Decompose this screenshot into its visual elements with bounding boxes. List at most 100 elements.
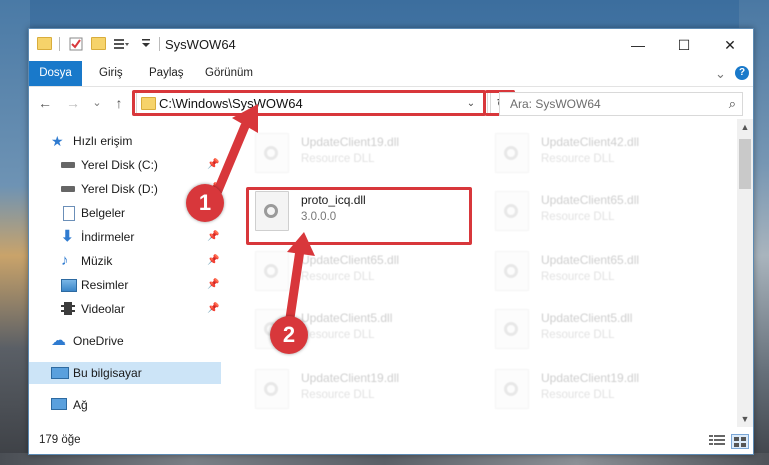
scroll-thumb[interactable] — [739, 139, 751, 189]
pin-icon: 📌 — [207, 303, 220, 314]
file-type: Resource DLL — [541, 389, 615, 401]
file-highlight-box — [246, 187, 472, 245]
nav-item-label: OneDrive — [73, 334, 124, 348]
file-type: Resource DLL — [301, 389, 375, 401]
desktop-wallpaper-left — [0, 0, 30, 465]
up-button[interactable]: ↑ — [109, 93, 129, 113]
window-title: SysWOW64 — [165, 37, 236, 52]
pin-icon: 📌 — [207, 231, 220, 242]
network-icon — [51, 398, 67, 410]
folder-icon — [37, 37, 52, 50]
dll-file-icon — [255, 251, 289, 291]
title-bar: SysWOW64 — ☐ ✕ — [29, 29, 753, 61]
file-item[interactable]: UpdateClient65.dll Resource DLL — [249, 243, 469, 295]
dll-file-icon — [495, 251, 529, 291]
large-icons-view-icon[interactable] — [731, 434, 749, 449]
search-icon: ⌕ — [728, 96, 736, 111]
nav-item-this-pc[interactable]: Bu bilgisayar — [29, 362, 221, 384]
file-item[interactable]: UpdateClient65.dll Resource DLL — [489, 183, 709, 235]
nav-item-label: Yerel Disk (D:) — [81, 182, 158, 196]
item-count: 179 öğe — [39, 434, 81, 446]
nav-item-label: Ağ — [73, 398, 88, 412]
videos-icon — [61, 302, 75, 315]
nav-item-downloads[interactable]: ⬇ İndirmeler 📌 — [29, 226, 221, 248]
customize-quick-access-icon[interactable] — [141, 37, 151, 49]
nav-item-label: Bu bilgisayar — [73, 366, 142, 380]
search-input[interactable]: Ara: SysWOW64 ⌕ — [499, 92, 743, 116]
file-name: UpdateClient65.dll — [301, 253, 400, 267]
scroll-up-arrow[interactable]: ▲ — [737, 119, 753, 135]
status-bar: 179 öğe — [29, 429, 753, 453]
file-type: Resource DLL — [541, 271, 615, 283]
tab-share[interactable]: Paylaş — [147, 61, 186, 86]
file-name: UpdateClient5.dll — [541, 311, 633, 325]
nav-item-music[interactable]: ♪ Müzik 📌 — [29, 250, 221, 272]
file-name: UpdateClient19.dll — [541, 371, 640, 385]
nav-item-label: Hızlı erişim — [73, 134, 133, 148]
nav-item-local-disk-c[interactable]: Yerel Disk (C:) 📌 — [29, 154, 221, 176]
drive-icon — [61, 186, 75, 192]
dll-file-icon — [255, 369, 289, 409]
cloud-icon: ☁ — [51, 332, 66, 349]
separator — [59, 37, 60, 51]
help-icon[interactable]: ? — [735, 66, 749, 80]
minimize-button[interactable]: — — [615, 29, 661, 61]
file-type: Resource DLL — [301, 271, 375, 283]
title-separator — [159, 37, 160, 51]
file-item[interactable]: UpdateClient19.dll Resource DLL — [249, 125, 469, 177]
dll-file-icon — [255, 133, 289, 173]
nav-item-pictures[interactable]: Resimler 📌 — [29, 274, 221, 296]
file-item[interactable]: UpdateClient19.dll Resource DLL — [249, 361, 469, 413]
properties-icon[interactable] — [69, 37, 83, 51]
file-item[interactable]: UpdateClient19.dll Resource DLL — [489, 361, 709, 413]
tab-view[interactable]: Görünüm — [203, 61, 255, 86]
star-icon: ★ — [51, 133, 64, 149]
nav-item-quick-access[interactable]: ★ Hızlı erişim — [29, 130, 221, 152]
nav-item-videos[interactable]: Videolar 📌 — [29, 298, 221, 320]
dll-file-icon — [495, 309, 529, 349]
tab-file[interactable]: Dosya — [29, 61, 82, 86]
nav-item-network[interactable]: Ağ — [29, 394, 221, 416]
file-name: UpdateClient65.dll — [541, 193, 640, 207]
file-type: Resource DLL — [541, 153, 615, 165]
new-folder-icon[interactable] — [91, 37, 106, 50]
nav-item-label: Belgeler — [81, 206, 126, 220]
file-list: UpdateClient19.dll Resource DLL UpdateCl… — [243, 119, 735, 427]
file-type: Resource DLL — [541, 329, 615, 341]
dll-file-icon — [495, 191, 529, 231]
music-icon: ♪ — [61, 252, 69, 269]
nav-item-onedrive[interactable]: ☁ OneDrive — [29, 330, 221, 352]
nav-item-label: Videolar — [81, 302, 125, 316]
details-view-icon[interactable] — [709, 434, 725, 447]
vertical-scrollbar[interactable]: ▲ ▼ — [737, 119, 753, 427]
maximize-button[interactable]: ☐ — [661, 29, 707, 61]
file-item[interactable]: UpdateClient65.dll Resource DLL — [489, 243, 709, 295]
tab-home[interactable]: Giriş — [97, 61, 125, 86]
back-button[interactable]: ← — [35, 93, 55, 113]
address-highlight-box — [132, 90, 486, 116]
file-name: UpdateClient19.dll — [301, 371, 400, 385]
file-type: Resource DLL — [301, 329, 375, 341]
file-name: UpdateClient5.dll — [301, 311, 393, 325]
address-row: ← → ⌄ ↑ C:\Windows\SysWOW64 ⌄ ↻ Ara: Sys… — [29, 87, 753, 119]
file-name: UpdateClient42.dll — [541, 135, 640, 149]
dll-file-icon — [495, 369, 529, 409]
navigation-pane: ★ Hızlı erişim Yerel Disk (C:) 📌 Yerel D… — [29, 119, 221, 427]
recent-locations-button[interactable]: ⌄ — [87, 93, 107, 113]
nav-item-label: İndirmeler — [81, 230, 135, 244]
file-item[interactable]: UpdateClient5.dll Resource DLL — [489, 301, 709, 353]
file-type: Resource DLL — [301, 153, 375, 165]
ribbon-expand-icon[interactable]: ⌄ — [713, 61, 728, 86]
file-name: UpdateClient65.dll — [541, 253, 640, 267]
scroll-down-arrow[interactable]: ▼ — [737, 411, 753, 427]
close-button[interactable]: ✕ — [707, 29, 753, 61]
pin-icon: 📌 — [207, 255, 220, 266]
file-item[interactable]: UpdateClient42.dll Resource DLL — [489, 125, 709, 177]
step-2-badge: 2 — [270, 316, 308, 354]
step-1-badge: 1 — [186, 184, 224, 222]
pictures-icon — [61, 279, 77, 292]
documents-icon — [63, 206, 75, 221]
view-options-icon[interactable] — [113, 37, 129, 51]
forward-button[interactable]: → — [63, 93, 83, 113]
drive-icon — [61, 162, 75, 168]
